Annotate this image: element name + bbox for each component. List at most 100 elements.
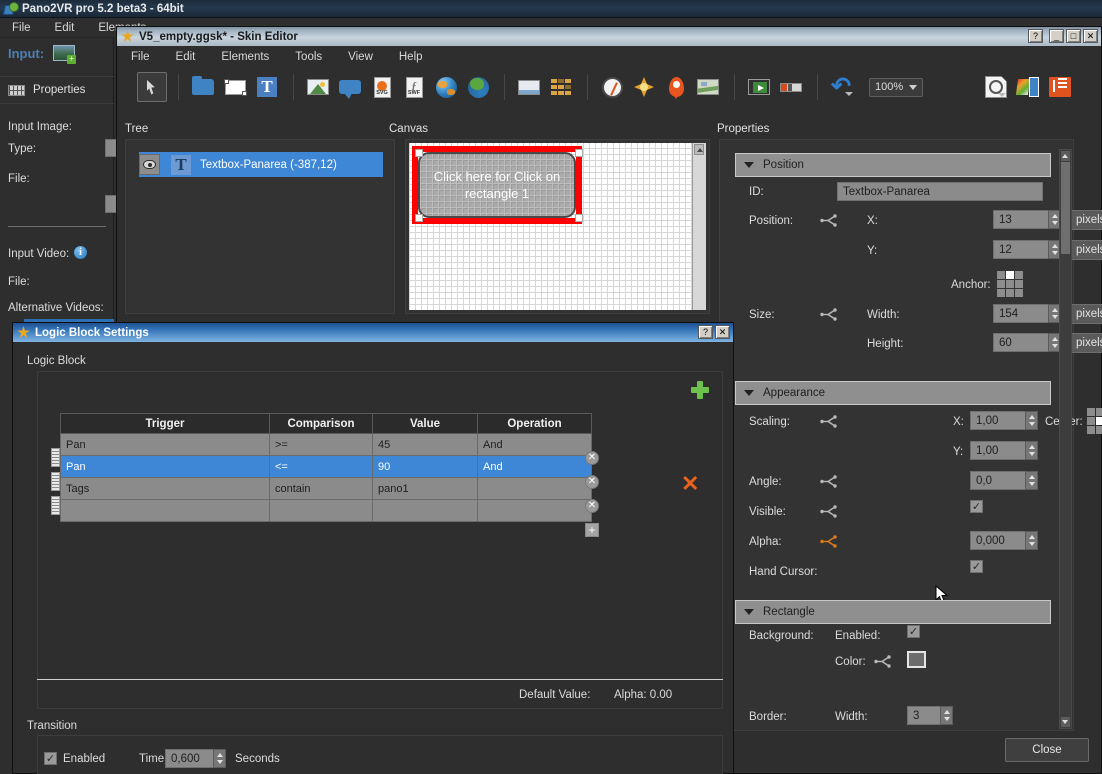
add-row-button[interactable]: + [585,523,599,537]
zoom-level-select[interactable]: 100% [869,77,924,97]
add-progress-bar-button[interactable] [776,72,806,102]
background-color-swatch[interactable] [907,651,926,668]
angle-stepper[interactable] [1025,471,1038,490]
center-cell-tc[interactable] [1096,408,1102,416]
add-compass-button[interactable] [597,72,627,102]
add-map-image-button[interactable] [693,72,723,102]
properties-scroll-thumb[interactable] [1061,162,1070,254]
visible-logic-block-icon[interactable] [820,505,837,518]
row-drag-handle[interactable] [51,496,60,515]
table-row[interactable] [60,499,592,522]
center-cell-bl[interactable] [1087,426,1095,434]
cell-operation[interactable] [477,499,592,522]
undo-button[interactable] [827,72,857,102]
skin-menu-edit[interactable]: Edit [172,49,200,65]
skin-editor-close-button[interactable]: Close [1005,738,1089,762]
cell-value[interactable]: 90 [372,455,478,478]
row-drag-handle[interactable] [51,448,60,467]
cell-operation[interactable]: And [477,433,592,456]
remove-row-button[interactable]: ✕ [585,499,599,513]
properties-tab[interactable]: Properties [0,76,114,104]
add-video-button[interactable] [744,72,774,102]
add-rectangle-button[interactable] [220,72,250,102]
anchor-cell-tr[interactable] [1015,271,1023,279]
resize-handle-nw[interactable] [415,149,423,157]
position-y-unit-select[interactable]: pixels [1068,240,1102,260]
border-width-stepper[interactable] [940,706,953,725]
angle-input[interactable]: 0,0 [970,471,1027,490]
table-row[interactable]: Tags contain pano1 [60,477,592,500]
anchor-cell-bl[interactable] [997,289,1005,297]
center-cell-ml[interactable] [1087,417,1095,425]
scaling-x-stepper[interactable] [1025,411,1038,430]
help-button[interactable]: ? [1028,29,1043,43]
transition-enabled-checkbox[interactable]: ✓ [44,752,57,765]
close-button[interactable]: ✕ [1083,29,1098,43]
delete-logic-block-button[interactable]: ✕ [681,473,699,495]
cell-comparison[interactable]: >= [269,433,373,456]
anchor-cell-br[interactable] [1015,289,1023,297]
scaling-y-stepper[interactable] [1025,441,1038,460]
add-svg-button[interactable]: SVG [367,72,397,102]
add-world-map-button[interactable] [463,72,493,102]
alpha-logic-block-icon[interactable] [820,535,837,548]
add-tooltip-button[interactable] [335,72,365,102]
add-globe-button[interactable] [431,72,461,102]
anchor-cell-tl[interactable] [997,271,1005,279]
transition-time-stepper[interactable] [213,749,226,768]
position-y-input[interactable]: 12 [993,240,1050,259]
rectangle-section-header[interactable]: Rectangle [735,600,1051,624]
properties-scroll-up-arrow[interactable] [1061,151,1070,161]
add-swf-button[interactable]: ƒ SWF [399,72,429,102]
id-input[interactable]: Textbox-Panarea [837,182,1043,201]
main-menu-file[interactable]: File [8,20,35,36]
height-input[interactable]: 60 [993,333,1050,352]
position-logic-block-icon[interactable] [820,214,837,227]
table-row[interactable]: Pan >= 45 And [60,433,592,456]
hand-cursor-checkbox[interactable]: ✓ [970,560,983,573]
width-unit-select[interactable]: pixels [1068,304,1102,324]
minimize-button[interactable]: _ [1049,29,1064,43]
cell-comparison[interactable]: <= [269,455,373,478]
center-cell-tl[interactable] [1087,408,1095,416]
cell-trigger[interactable] [60,499,270,522]
resize-handle-ne[interactable] [575,149,583,157]
appearance-section-header[interactable]: Appearance [735,381,1051,405]
add-node-marker-button[interactable] [629,72,659,102]
anchor-cell-tc[interactable] [1006,271,1014,279]
skin-menu-view[interactable]: View [344,49,377,65]
add-image-button[interactable] [303,72,333,102]
cell-comparison[interactable] [269,499,373,522]
cell-trigger[interactable]: Pan [60,433,270,456]
add-map-pin-button[interactable] [661,72,691,102]
add-folder-button[interactable] [188,72,218,102]
cell-operation[interactable] [477,477,592,500]
anchor-cell-bc[interactable] [1006,289,1014,297]
skin-colors-button[interactable] [1013,72,1043,102]
scaling-y-input[interactable]: 1,00 [970,441,1027,460]
resize-handle-se[interactable] [575,214,583,222]
tools-button[interactable] [1045,72,1075,102]
resize-handle-sw[interactable] [415,214,423,222]
skin-menu-tools[interactable]: Tools [291,49,326,65]
skin-menu-help[interactable]: Help [395,49,427,65]
skin-menu-elements[interactable]: Elements [217,49,273,65]
cell-comparison[interactable]: contain [269,477,373,500]
alpha-stepper[interactable] [1025,531,1038,550]
properties-scroll-down-arrow[interactable] [1061,717,1070,727]
alpha-input[interactable]: 0,000 [970,531,1027,550]
cell-value[interactable]: pano1 [372,477,478,500]
properties-vertical-scrollbar[interactable] [1059,149,1072,729]
anchor-cell-mc[interactable] [1006,280,1014,288]
logic-help-button[interactable]: ? [698,325,713,339]
scaling-logic-block-icon[interactable] [820,415,837,428]
add-panorama-icon[interactable] [53,45,77,64]
cell-value[interactable] [372,499,478,522]
border-width-input[interactable]: 3 [907,706,942,725]
anchor-selector[interactable] [997,271,1023,297]
info-icon[interactable]: i [74,246,87,259]
center-cell-bc[interactable] [1096,426,1102,434]
select-cursor-tool-button[interactable] [137,72,167,102]
skin-menu-file[interactable]: File [127,49,154,65]
position-section-header[interactable]: Position [735,153,1051,177]
